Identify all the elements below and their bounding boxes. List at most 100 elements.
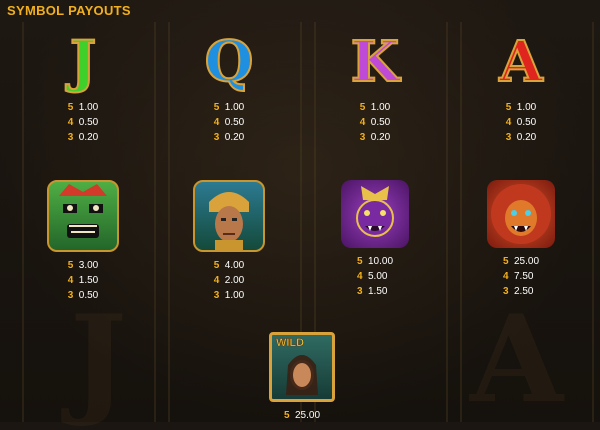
payout-value: 1.50 (78, 275, 99, 286)
payout-count: 3 (213, 132, 220, 143)
payout-list: 5 3.00 4 1.50 3 0.50 (68, 258, 98, 303)
payout-list: 5 25.00 4 7.50 3 2.50 (503, 254, 539, 299)
payout-value: 25.00 (513, 256, 540, 267)
payout-value: 0.50 (224, 117, 245, 128)
letter-k-icon: K (350, 29, 401, 95)
payout-row: 5 1.00 (360, 100, 390, 115)
payout-value: 1.50 (367, 286, 388, 297)
payout-row: 3 1.50 (357, 284, 393, 299)
symbol-purple-jaguar: 5 10.00 4 5.00 3 1.50 (310, 180, 440, 299)
payout-count: 3 (505, 132, 512, 143)
payout-row: 3 0.20 (68, 130, 98, 145)
payout-value: 1.00 (224, 102, 245, 113)
payout-row: 4 0.50 (68, 115, 98, 130)
payout-list: 5 1.00 4 0.50 3 0.20 (506, 100, 536, 145)
payout-count: 4 (505, 117, 512, 128)
payout-row: 5 10.00 (357, 254, 393, 269)
purple-jaguar-mask-icon (341, 180, 409, 248)
payout-value: 2.50 (513, 286, 534, 297)
payout-value: 0.20 (370, 132, 391, 143)
payout-value: 0.50 (370, 117, 391, 128)
payout-value: 1.00 (224, 290, 245, 301)
payout-row: 5 25.00 (503, 254, 539, 269)
payout-count: 5 (356, 256, 363, 267)
payout-count: 5 (505, 102, 512, 113)
payout-value: 0.50 (78, 290, 99, 301)
payout-value: 3.00 (78, 260, 99, 271)
symbol-j: J 5 1.00 4 0.50 3 0.20 (18, 29, 148, 145)
payout-row: 5 3.00 (68, 258, 98, 273)
symbol-warrior: 5 4.00 4 2.00 3 1.00 (164, 180, 294, 303)
payout-value: 1.00 (370, 102, 391, 113)
payout-list: 5 1.00 4 0.50 3 0.20 (214, 100, 244, 145)
payout-value: 1.00 (78, 102, 99, 113)
payout-row: 5 25.00 (284, 408, 320, 423)
payout-value: 0.50 (516, 117, 537, 128)
payout-value: 2.00 (224, 275, 245, 286)
payout-row: 3 0.20 (214, 130, 244, 145)
green-tribal-mask-icon (47, 180, 119, 252)
payout-count: 5 (67, 260, 74, 271)
payout-count: 4 (213, 275, 220, 286)
symbol-wild: WILD 5 25.00 (237, 332, 367, 423)
payout-count: 3 (67, 132, 74, 143)
payout-value: 0.20 (224, 132, 245, 143)
symbol-q: Q 5 1.00 4 0.50 3 0.20 (164, 29, 294, 145)
payout-row: 5 4.00 (214, 258, 244, 273)
payout-value: 0.20 (78, 132, 99, 143)
payout-value: 1.00 (516, 102, 537, 113)
payout-row: 5 1.00 (506, 100, 536, 115)
payout-list: 5 10.00 4 5.00 3 1.50 (357, 254, 393, 299)
payout-list: 5 4.00 4 2.00 3 1.00 (214, 258, 244, 303)
payout-value: 5.00 (367, 271, 388, 282)
payout-count: 5 (213, 102, 220, 113)
symbol-a: A 5 1.00 4 0.50 3 0.20 (456, 29, 586, 145)
payout-count: 3 (356, 286, 363, 297)
payout-count: 5 (283, 410, 290, 421)
payout-row: 4 0.50 (360, 115, 390, 130)
payout-list: 5 25.00 (284, 408, 320, 423)
payout-row: 4 1.50 (68, 273, 98, 288)
payout-row: 4 0.50 (506, 115, 536, 130)
payout-value: 4.00 (224, 260, 245, 271)
wild-label: WILD (276, 337, 305, 350)
payout-count: 3 (359, 132, 366, 143)
payout-count: 3 (502, 286, 509, 297)
payout-row: 4 2.00 (214, 273, 244, 288)
background-letter-a-icon: A (470, 289, 564, 430)
payout-value: 0.50 (78, 117, 99, 128)
payout-count: 3 (213, 290, 220, 301)
payout-row: 3 0.50 (68, 288, 98, 303)
payout-count: 4 (213, 117, 220, 128)
background-letter-j-icon: J (70, 289, 127, 430)
payout-row: 3 2.50 (503, 284, 539, 299)
letter-q-icon: Q (204, 29, 255, 95)
symbol-k: K 5 1.00 4 0.50 3 0.20 (310, 29, 440, 145)
payout-count: 3 (67, 290, 74, 301)
payout-value: 0.20 (516, 132, 537, 143)
payout-count: 4 (359, 117, 366, 128)
payout-count: 4 (356, 271, 363, 282)
payout-row: 5 1.00 (214, 100, 244, 115)
payout-row: 3 1.00 (214, 288, 244, 303)
payout-count: 5 (502, 256, 509, 267)
letter-j-icon: J (69, 29, 98, 95)
payout-count: 4 (67, 275, 74, 286)
page-title: SYMBOL PAYOUTS (7, 3, 131, 18)
payout-count: 5 (213, 260, 220, 271)
letter-a-icon: A (498, 29, 543, 95)
payout-count: 5 (359, 102, 366, 113)
payout-count: 4 (502, 271, 509, 282)
payout-row: 4 0.50 (214, 115, 244, 130)
jaguar-warrior-icon (193, 180, 265, 252)
payout-row: 5 1.00 (68, 100, 98, 115)
payout-row: 3 0.20 (506, 130, 536, 145)
payout-list: 5 1.00 4 0.50 3 0.20 (360, 100, 390, 145)
red-lion-mask-icon (487, 180, 555, 248)
payout-count: 5 (67, 102, 74, 113)
payout-value: 25.00 (294, 410, 321, 421)
symbol-red-lion: 5 25.00 4 7.50 3 2.50 (456, 180, 586, 299)
symbol-green-mask: 5 3.00 4 1.50 3 0.50 (18, 180, 148, 303)
payout-row: 4 7.50 (503, 269, 539, 284)
payout-value: 7.50 (513, 271, 534, 282)
